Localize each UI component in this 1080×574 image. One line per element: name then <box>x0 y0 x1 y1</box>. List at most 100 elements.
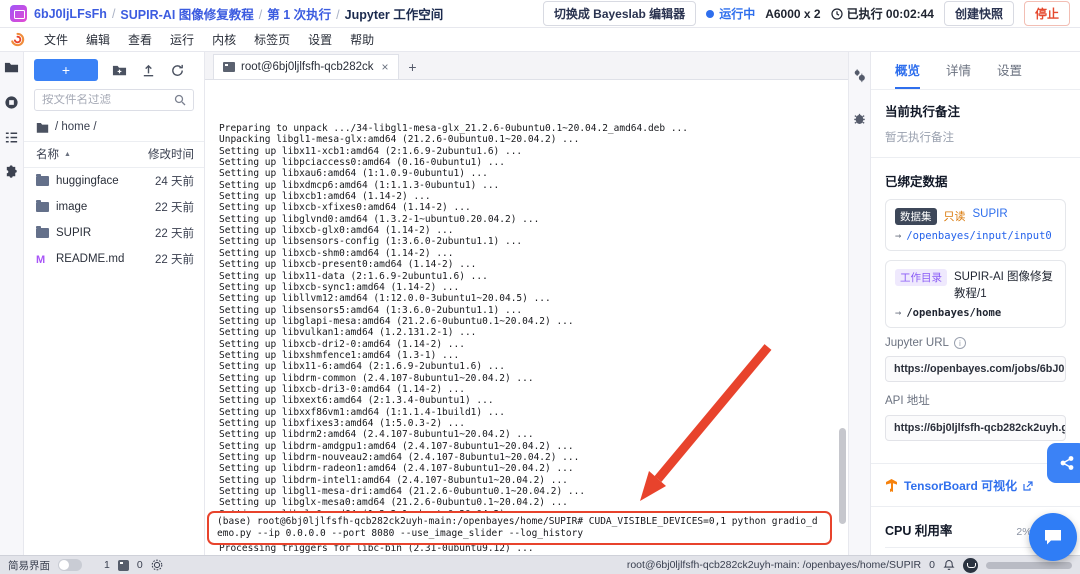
create-snapshot-button[interactable]: 创建快照 <box>943 1 1014 26</box>
close-tab-icon[interactable]: × <box>382 60 389 74</box>
share-graph-fab[interactable] <box>1047 443 1080 483</box>
cpu-title: CPU 利用率 <box>885 524 953 539</box>
new-folder-icon[interactable] <box>112 63 127 78</box>
info-icon[interactable]: i <box>953 337 966 350</box>
terminal-log-line: Setting up libxcb-sync1:amd64 (1.14-2) .… <box>219 281 460 293</box>
home-folder-icon <box>36 122 49 133</box>
terminal-log-line: Setting up libx11-data (2:1.6.9-2ubuntu1… <box>219 270 488 282</box>
intercom-avatar-icon[interactable] <box>963 557 978 573</box>
simple-ui-label: 简易界面 <box>8 559 50 572</box>
menu-item[interactable]: 帮助 <box>341 29 383 50</box>
breadcrumb-run-number[interactable]: 第 1 次执行 <box>267 4 339 23</box>
terminal-log-line: Setting up libsensors-config (1:3.6.0-2u… <box>219 236 523 248</box>
file-list-header: 名称 ▲ 修改时间 <box>24 141 204 168</box>
menu-item[interactable]: 编辑 <box>77 29 119 50</box>
terminal-log-line: Setting up libdrm2:amd64 (2.4.107-8ubunt… <box>219 429 534 441</box>
terminal-log-line: Setting up libxcb1:amd64 (1.14-2) ... <box>219 191 431 203</box>
file-type-icon <box>36 226 49 238</box>
tab-details[interactable]: 详情 <box>946 60 971 89</box>
openbayes-swirl-icon <box>11 32 25 47</box>
dataset-badge: 数据集 <box>895 208 937 225</box>
menu-item[interactable]: 标签页 <box>245 29 299 50</box>
terminal-log-line: Setting up libxext6:amd64 (2:1.3.4-0ubun… <box>219 395 494 407</box>
dataset-mount-path[interactable]: /openbayes/input/input0 <box>906 230 1051 242</box>
file-browser-icon[interactable] <box>4 60 19 75</box>
breadcrumb-project-name[interactable]: SUPIR-AI 图像修复教程 <box>120 4 262 23</box>
note-section: 当前执行备注 暂无执行备注 <box>871 90 1080 155</box>
breadcrumb: 6bJ0ljLFsFh SUPIR-AI 图像修复教程 第 1 次执行 Jupy… <box>34 4 443 23</box>
workdir-name[interactable]: SUPIR-AI 图像修复教程/1 <box>954 269 1056 302</box>
file-filter-box[interactable] <box>34 89 194 111</box>
debugger-bug-icon[interactable] <box>852 111 867 126</box>
terminal-log-line: Setting up libdrm-nouveau2:amd64 (2.4.10… <box>219 452 580 463</box>
file-row[interactable]: README.md 22 天前 <box>24 246 204 272</box>
menu-item[interactable]: 内核 <box>203 29 245 50</box>
column-modified[interactable]: 修改时间 <box>148 146 194 162</box>
column-name[interactable]: 名称 ▲ <box>36 146 148 162</box>
gpu-label: A6000 x 2 <box>765 6 821 21</box>
terminal-output[interactable]: Preparing to unpack .../34-libgl1-mesa-g… <box>205 80 848 555</box>
terminal-log-line: Setting up libxcb-dri2-0:amd64 (1.14-2) … <box>219 338 465 350</box>
notification-count: 0 <box>929 559 935 571</box>
terminal-log-line: Setting up libdrm-intel1:amd64 (2.4.107-… <box>219 474 568 486</box>
file-row[interactable]: image 22 天前 <box>24 194 204 220</box>
file-filter-input[interactable] <box>42 94 168 106</box>
workdir-mount-path: /openbayes/home <box>906 307 1002 320</box>
tensorboard-link[interactable]: TensorBoard 可视化 <box>885 477 1066 494</box>
file-type-icon <box>36 174 49 186</box>
terminal-log-line: Setting up libxcb-shm0:amd64 (1.14-2) ..… <box>219 247 454 259</box>
api-address-label: API 地址 <box>885 395 930 408</box>
terminal-log-line: Setting up libxcb-dri3-0:amd64 (1.14-2) … <box>219 383 465 395</box>
table-of-contents-icon[interactable] <box>4 130 19 145</box>
jupyter-url-value[interactable]: https://openbayes.com/jobs/6bJ0ljLl <box>885 356 1066 383</box>
file-list: huggingface 24 天前 image 22 天前 SUPIR 22 天… <box>24 168 204 272</box>
menu-item[interactable]: 运行 <box>161 29 203 50</box>
stop-button[interactable]: 停止 <box>1023 1 1070 26</box>
bell-icon[interactable] <box>943 559 955 571</box>
file-modified: 22 天前 <box>155 228 194 240</box>
file-name: README.md <box>56 253 125 265</box>
terminal-area: root@6bj0ljlfsfh-qcb282ck × + Preparing … <box>205 52 848 555</box>
overview-tabs: 概览 详情 设置 <box>871 52 1080 90</box>
extensions-icon[interactable] <box>4 165 19 180</box>
jupyter-url-label: Jupyter URL i <box>885 337 1066 350</box>
running-kernels-icon[interactable] <box>4 95 19 110</box>
chat-fab[interactable] <box>1029 513 1077 561</box>
api-address-value[interactable]: https://6bj0ljlfsfh-qcb282ck2uyh.gec <box>885 415 1066 442</box>
switch-editor-button[interactable]: 切换成 Bayeslab 编辑器 <box>542 1 697 26</box>
new-launcher-button[interactable]: + <box>34 59 98 81</box>
terminal-tab[interactable]: root@6bj0ljlfsfh-qcb282ck × <box>213 54 399 79</box>
menu-item[interactable]: 设置 <box>299 29 341 50</box>
run-status-badge: 运行中 <box>706 5 755 22</box>
status-terminal-path: root@6bj0ljlfsfh-qcb282ck2uyh-main: /ope… <box>626 559 922 571</box>
arrow-right-icon: → <box>895 307 902 320</box>
file-name: SUPIR <box>56 227 92 239</box>
workdir-card: 工作目录 SUPIR-AI 图像修复教程/1 → /openbayes/home <box>885 260 1066 329</box>
top-header: 6bJ0ljLFsFh SUPIR-AI 图像修复教程 第 1 次执行 Jupy… <box>0 0 1080 28</box>
dataset-link[interactable]: SUPIR <box>973 208 1008 220</box>
menu-items: 文件 编辑 查看 运行 内核 标签页 设置 帮助 <box>35 29 383 50</box>
kernel-status-icon[interactable] <box>151 559 163 571</box>
terminal-log-line: Setting up libglvnd0:amd64 (1.3.2-1~ubun… <box>219 213 540 225</box>
tab-overview[interactable]: 概览 <box>895 60 921 89</box>
breadcrumb-project-id[interactable]: 6bJ0ljLFsFh <box>34 7 115 21</box>
refresh-icon[interactable] <box>170 63 185 78</box>
file-row[interactable]: huggingface 24 天前 <box>24 168 204 194</box>
menu-item[interactable]: 文件 <box>35 29 77 50</box>
horizontal-scrollbar[interactable] <box>986 561 1072 569</box>
file-row[interactable]: SUPIR 22 天前 <box>24 220 204 246</box>
upload-icon[interactable] <box>141 63 156 78</box>
new-tab-button[interactable]: + <box>401 54 425 79</box>
simple-ui-toggle[interactable] <box>58 559 82 571</box>
terminal-log-line: Setting up libdrm-amdgpu1:amd64 (2.4.107… <box>219 440 574 452</box>
file-modified: 22 天前 <box>155 254 194 266</box>
terminal-log-line: Setting up libxau6:amd64 (1:1.0.9-0ubunt… <box>219 168 488 180</box>
openbayes-project-icon <box>10 5 27 22</box>
terminal-log: Preparing to unpack .../34-libgl1-mesa-g… <box>205 80 848 554</box>
menu-item[interactable]: 查看 <box>119 29 161 50</box>
note-heading: 当前执行备注 <box>885 105 961 119</box>
property-inspector-icon[interactable] <box>852 68 867 83</box>
tab-settings[interactable]: 设置 <box>997 60 1022 89</box>
terminal-scrollbar[interactable] <box>839 428 846 524</box>
file-breadcrumb[interactable]: / home / <box>24 119 204 141</box>
